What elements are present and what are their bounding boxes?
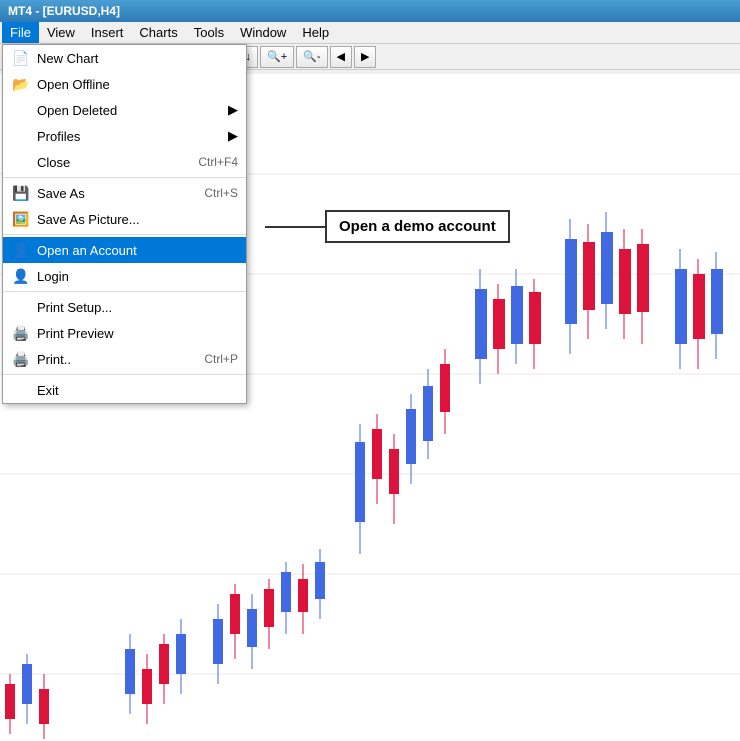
- menu-close[interactable]: Close Ctrl+F4: [3, 149, 246, 175]
- menu-save-as-picture[interactable]: 🖼️ Save As Picture...: [3, 206, 246, 232]
- print-shortcut: Ctrl+P: [204, 352, 238, 366]
- menu-open-deleted[interactable]: Open Deleted ▶: [3, 97, 246, 123]
- menu-view[interactable]: View: [39, 22, 83, 43]
- menu-open-offline[interactable]: 📂 Open Offline: [3, 71, 246, 97]
- save-as-shortcut: Ctrl+S: [204, 186, 238, 200]
- sep3: [3, 291, 246, 292]
- zoom-in-icon[interactable]: 🔍+: [260, 46, 294, 68]
- menu-bar: File View Insert Charts Tools Window Hel…: [0, 22, 740, 44]
- menu-help[interactable]: Help: [294, 22, 337, 43]
- sep2: [3, 234, 246, 235]
- profiles-label: Profiles: [37, 129, 224, 144]
- close-label: Close: [37, 155, 198, 170]
- chart-scroll-left[interactable]: ◀: [330, 46, 352, 68]
- profiles-icon: [11, 127, 31, 145]
- open-deleted-icon: [11, 101, 31, 119]
- menu-profiles[interactable]: Profiles ▶: [3, 123, 246, 149]
- print-preview-icon: 🖨️: [11, 324, 31, 342]
- profiles-arrow: ▶: [228, 128, 238, 144]
- new-chart-label: New Chart: [37, 51, 238, 66]
- zoom-out-icon[interactable]: 🔍-: [296, 46, 327, 68]
- menu-tools[interactable]: Tools: [186, 22, 232, 43]
- print-label: Print..: [37, 352, 204, 367]
- menu-login[interactable]: 👤 Login: [3, 263, 246, 289]
- print-setup-label: Print Setup...: [37, 300, 238, 315]
- open-offline-label: Open Offline: [37, 77, 238, 92]
- menu-print-setup[interactable]: Print Setup...: [3, 294, 246, 320]
- save-as-picture-label: Save As Picture...: [37, 212, 238, 227]
- open-account-label: Open an Account: [37, 243, 238, 258]
- menu-save-as[interactable]: 💾 Save As Ctrl+S: [3, 180, 246, 206]
- menu-file[interactable]: File: [2, 22, 39, 43]
- menu-open-account[interactable]: 👤 Open an Account: [3, 237, 246, 263]
- menu-insert[interactable]: Insert: [83, 22, 132, 43]
- title-bar: MT4 - [EURUSD,H4]: [0, 0, 740, 22]
- file-dropdown-menu: 📄 New Chart 📂 Open Offline Open Deleted …: [2, 44, 247, 404]
- new-chart-icon: 📄: [11, 49, 31, 67]
- open-deleted-arrow: ▶: [228, 102, 238, 118]
- close-shortcut: Ctrl+F4: [198, 155, 238, 169]
- exit-icon: [11, 381, 31, 399]
- menu-new-chart[interactable]: 📄 New Chart: [3, 45, 246, 71]
- save-as-label: Save As: [37, 186, 204, 201]
- callout-annotation: Open a demo account: [265, 210, 510, 243]
- title-text: MT4 - [EURUSD,H4]: [8, 4, 120, 18]
- login-label: Login: [37, 269, 238, 284]
- save-picture-icon: 🖼️: [11, 210, 31, 228]
- print-preview-label: Print Preview: [37, 326, 238, 341]
- sep1: [3, 177, 246, 178]
- callout-line: [265, 226, 325, 228]
- callout-text: Open a demo account: [325, 210, 510, 243]
- menu-window[interactable]: Window: [232, 22, 294, 43]
- print-icon: 🖨️: [11, 350, 31, 368]
- login-icon: 👤: [11, 267, 31, 285]
- menu-print[interactable]: 🖨️ Print.. Ctrl+P: [3, 346, 246, 372]
- menu-print-preview[interactable]: 🖨️ Print Preview: [3, 320, 246, 346]
- exit-label: Exit: [37, 383, 238, 398]
- account-icon: 👤: [11, 241, 31, 259]
- open-deleted-label: Open Deleted: [37, 103, 224, 118]
- chart-scroll-right[interactable]: ▶: [354, 46, 376, 68]
- menu-exit[interactable]: Exit: [3, 377, 246, 403]
- menu-charts[interactable]: Charts: [131, 22, 185, 43]
- sep4: [3, 374, 246, 375]
- open-offline-icon: 📂: [11, 75, 31, 93]
- close-icon: [11, 153, 31, 171]
- print-setup-icon: [11, 298, 31, 316]
- save-as-icon: 💾: [11, 184, 31, 202]
